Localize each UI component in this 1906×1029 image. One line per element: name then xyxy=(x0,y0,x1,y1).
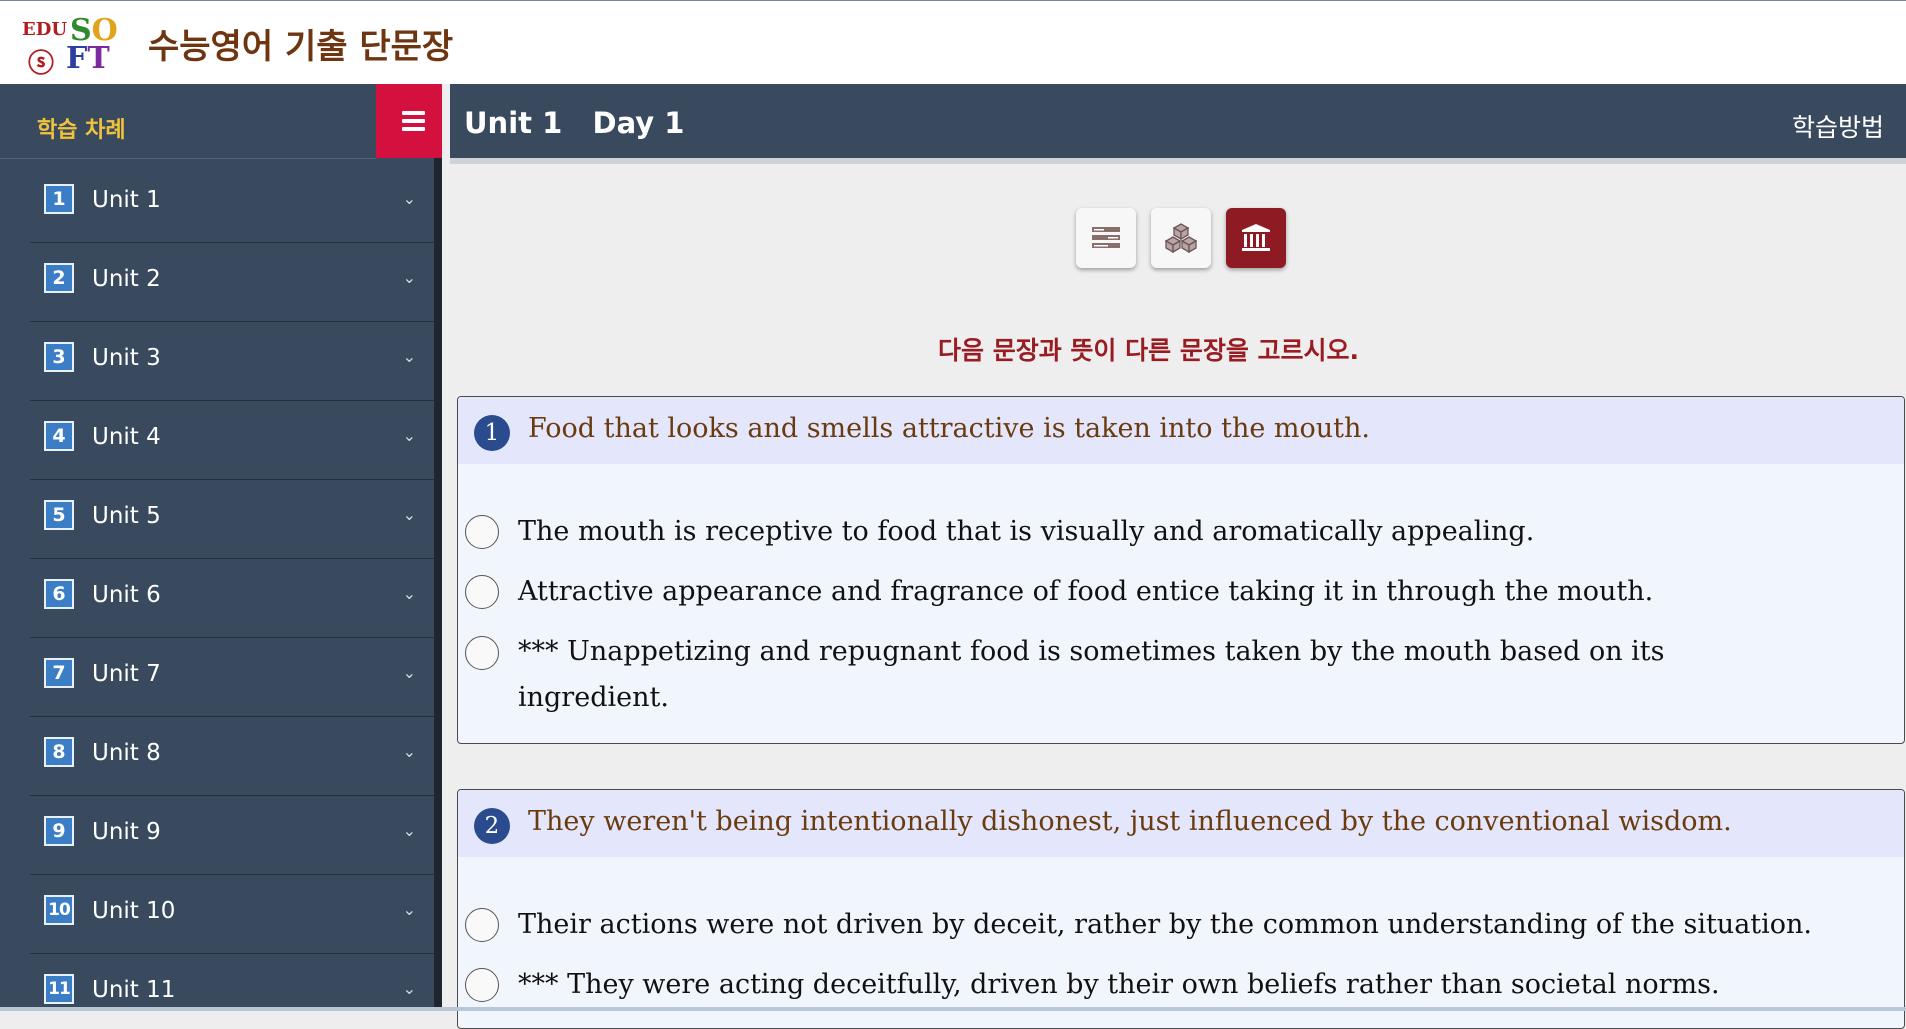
bottom-border xyxy=(0,1007,1906,1011)
chevron-down-icon[interactable]: ⌄ xyxy=(403,505,416,524)
question-number: 2 xyxy=(474,808,510,844)
unit-number-badge: 6 xyxy=(44,579,74,609)
sidebar-header: 학습 차례 xyxy=(0,84,376,159)
study-method-link[interactable]: 학습방법 xyxy=(1792,108,1884,144)
question-card: 2 They weren't being intentionally disho… xyxy=(457,789,1905,1029)
unit-label: Unit 8 xyxy=(92,740,161,766)
content-title: Unit 1 Day 1 xyxy=(464,106,685,140)
unit-number-badge: 8 xyxy=(44,737,74,767)
chevron-down-icon[interactable]: ⌄ xyxy=(403,979,416,998)
option-text: The mouth is receptive to food that is v… xyxy=(518,516,1535,547)
sidebar-item-unit-3[interactable]: 3 Unit 3 ⌄ xyxy=(30,322,440,401)
chevron-down-icon[interactable]: ⌄ xyxy=(403,189,416,208)
unit-number-badge: 2 xyxy=(44,263,74,293)
question-header: 2 They weren't being intentionally disho… xyxy=(458,790,1904,857)
unit-label: Unit 4 xyxy=(92,424,161,450)
sidebar-title: 학습 차례 xyxy=(37,118,126,143)
sidebar-item-unit-1[interactable]: 1 Unit 1 ⌄ xyxy=(30,164,440,243)
unit-list: 1 Unit 1 ⌄ 2 Unit 2 ⌄ 3 Unit 3 ⌄ 4 Unit 4 ⌄ 5 Unit 5 ⌄… xyxy=(30,164,440,1011)
logo-mark: ⓢ xyxy=(28,49,55,79)
sidebar-item-unit-10[interactable]: 10 Unit 10 ⌄ xyxy=(30,875,440,954)
unit-number-badge: 4 xyxy=(44,421,74,451)
logo-ft: FT xyxy=(66,41,110,76)
chevron-down-icon[interactable]: ⌄ xyxy=(403,821,416,840)
question-header: 1 Food that looks and smells attractive … xyxy=(458,397,1904,464)
chevron-down-icon[interactable]: ⌄ xyxy=(403,742,416,761)
radio-button[interactable] xyxy=(465,636,499,670)
unit-number-badge: 9 xyxy=(44,816,74,846)
chevron-down-icon[interactable]: ⌄ xyxy=(403,426,416,445)
logo-edu: EDU xyxy=(22,19,68,40)
app-title: 수능영어 기출 단문장 xyxy=(148,27,454,67)
unit-label: Unit 5 xyxy=(92,503,161,529)
unit-number-badge: 11 xyxy=(44,974,74,1004)
chevron-down-icon[interactable]: ⌄ xyxy=(403,347,416,366)
cubes-icon xyxy=(1164,223,1198,254)
chevron-down-icon[interactable]: ⌄ xyxy=(403,663,416,682)
sidebar: 학습 차례 1 Unit 1 ⌄ 2 Unit 2 ⌄ 3 Unit 3 ⌄ 4 Unit 4 ⌄ 5 U… xyxy=(0,84,442,1011)
unit-label: Unit 2 xyxy=(92,266,161,292)
unit-label: Unit 6 xyxy=(92,582,161,608)
list-mode-button[interactable] xyxy=(1076,208,1136,268)
sidebar-item-unit-7[interactable]: 7 Unit 7 ⌄ xyxy=(30,638,440,717)
unit-label: Unit 1 xyxy=(92,187,161,213)
chevron-down-icon[interactable]: ⌄ xyxy=(403,900,416,919)
option-text: *** They were acting deceitfully, driven… xyxy=(518,969,1720,1000)
option-text: *** Unappetizing and repugnant food is s… xyxy=(518,636,1665,713)
option-text: Their actions were not driven by deceit,… xyxy=(518,909,1813,940)
question-text: They weren't being intentionally dishone… xyxy=(528,806,1732,837)
sidebar-scrollbar[interactable] xyxy=(434,158,442,1011)
unit-number-badge: 10 xyxy=(44,895,74,925)
unit-label: Unit 7 xyxy=(92,661,161,687)
unit-label: Unit 9 xyxy=(92,819,161,845)
unit-number-badge: 3 xyxy=(44,342,74,372)
sidebar-item-unit-8[interactable]: 8 Unit 8 ⌄ xyxy=(30,717,440,796)
sidebar-item-unit-6[interactable]: 6 Unit 6 ⌄ xyxy=(30,559,440,638)
radio-button[interactable] xyxy=(465,908,499,942)
instruction-text: 다음 문장과 뜻이 다른 문장을 고르시오. xyxy=(938,336,1360,365)
sidebar-item-unit-5[interactable]: 5 Unit 5 ⌄ xyxy=(30,480,440,559)
question-card: 1 Food that looks and smells attractive … xyxy=(457,396,1905,744)
bank-icon xyxy=(1242,224,1270,251)
top-header: EDU SO ⓢ FT 수능영어 기출 단문장 xyxy=(0,0,1906,84)
unit-label: Unit 3 xyxy=(92,345,161,371)
question-number: 1 xyxy=(474,415,510,451)
content-header: Unit 1 Day 1 학습방법 xyxy=(450,84,1906,164)
unit-label: Unit 10 xyxy=(92,898,176,924)
sidebar-item-unit-2[interactable]: 2 Unit 2 ⌄ xyxy=(30,243,440,322)
radio-button[interactable] xyxy=(465,575,499,609)
question-text: Food that looks and smells attractive is… xyxy=(528,413,1370,444)
option-text: Attractive appearance and fragrance of f… xyxy=(518,576,1654,607)
sidebar-item-unit-9[interactable]: 9 Unit 9 ⌄ xyxy=(30,796,440,875)
bank-mode-button[interactable] xyxy=(1226,208,1286,268)
unit-number-badge: 1 xyxy=(44,184,74,214)
chevron-down-icon[interactable]: ⌄ xyxy=(403,584,416,603)
sidebar-item-unit-11[interactable]: 11 Unit 11 ⌄ xyxy=(30,954,440,1011)
menu-toggle-button[interactable] xyxy=(376,84,442,158)
sidebar-item-unit-4[interactable]: 4 Unit 4 ⌄ xyxy=(30,401,440,480)
radio-button[interactable] xyxy=(465,968,499,1002)
unit-number-badge: 7 xyxy=(44,658,74,688)
unit-number-badge: 5 xyxy=(44,500,74,530)
unit-label: Unit 11 xyxy=(92,977,176,1003)
list-icon xyxy=(1092,227,1120,248)
chevron-down-icon[interactable]: ⌄ xyxy=(403,268,416,287)
edusoft-logo[interactable]: EDU SO ⓢ FT xyxy=(22,13,122,79)
radio-button[interactable] xyxy=(465,515,499,549)
cubes-mode-button[interactable] xyxy=(1151,208,1211,268)
